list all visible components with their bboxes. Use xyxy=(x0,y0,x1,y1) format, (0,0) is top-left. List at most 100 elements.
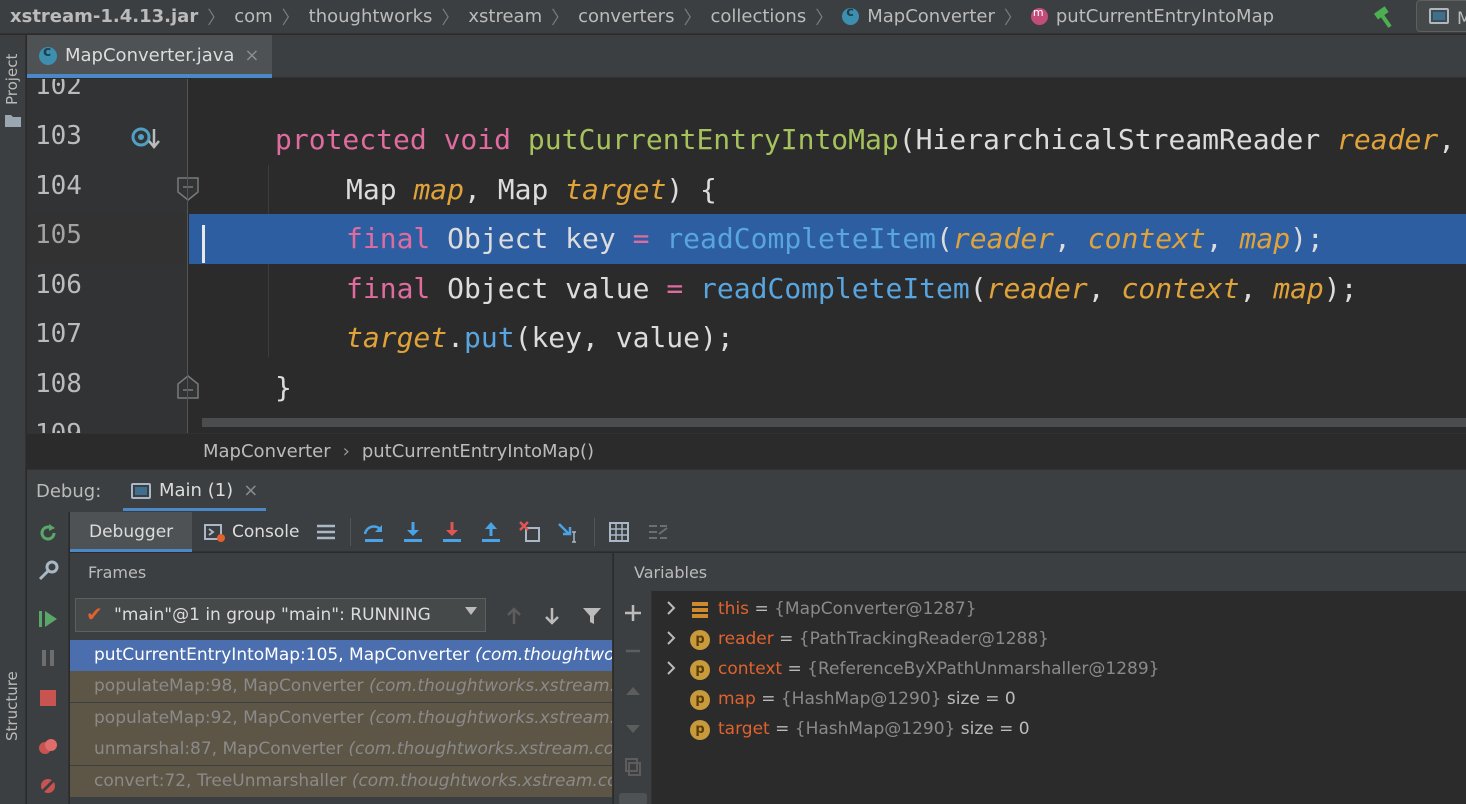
show-execution-point-icon[interactable] xyxy=(314,520,338,544)
frame-row[interactable]: unmarshal:87, MapConverter (com.thoughtw… xyxy=(70,734,612,765)
evaluate-expression-icon[interactable] xyxy=(607,520,631,544)
toolbar-separator xyxy=(594,518,595,546)
breadcrumb-collections[interactable]: collections xyxy=(710,6,806,27)
build-hammer-icon[interactable] xyxy=(1372,4,1398,30)
frame-row[interactable]: populateMap:92, MapConverter (com.though… xyxy=(70,703,612,734)
run-config-icon xyxy=(1429,8,1449,24)
add-watch-icon[interactable] xyxy=(623,603,643,623)
variables-title-bar: Variables xyxy=(614,553,1466,591)
frame-row[interactable]: populateMap:98, MapConverter (com.though… xyxy=(70,671,612,702)
breadcrumb-jar[interactable]: xstream-1.4.13.jar xyxy=(10,6,198,27)
breadcrumb-thoughtworks[interactable]: thoughtworks xyxy=(309,6,433,27)
console-label: Console xyxy=(232,522,300,542)
variable-value: {PathTrackingReader@1288} xyxy=(798,629,1049,649)
gutter-line: 104 xyxy=(35,171,82,201)
debug-tool-window-header: Debug: Main (1) × xyxy=(27,469,1466,512)
tab-console[interactable]: Console xyxy=(204,512,300,552)
chevron-down-icon xyxy=(465,607,477,615)
move-up-icon[interactable] xyxy=(623,681,643,701)
code-line-106[interactable]: final Object value = readCompleteItem(re… xyxy=(189,264,1466,314)
step-out-icon[interactable] xyxy=(479,520,503,544)
method-icon xyxy=(1030,6,1048,25)
code-line-105-execution-point[interactable]: final Object key = readCompleteItem(read… xyxy=(189,214,1466,264)
next-frame-icon[interactable] xyxy=(541,605,563,627)
variable-value: {HashMap@1290} xyxy=(780,689,942,709)
trace-current-stream-icon[interactable] xyxy=(646,520,670,544)
code-line-107[interactable]: target.put(key, value); xyxy=(189,313,1466,363)
expand-arrow-icon[interactable] xyxy=(664,601,678,615)
gutter-line: 106 xyxy=(35,270,82,300)
step-into-icon[interactable] xyxy=(401,520,425,544)
scroll-thumb[interactable] xyxy=(619,793,647,804)
overrides-method-icon[interactable] xyxy=(131,123,163,153)
variables-toolbar xyxy=(614,591,652,804)
move-down-icon[interactable] xyxy=(623,719,643,739)
editor-breadcrumb-class[interactable]: MapConverter xyxy=(203,441,331,462)
debugger-toolbar: Debugger Console xyxy=(70,512,1466,552)
close-session-icon[interactable]: × xyxy=(243,480,258,508)
text-caret xyxy=(202,225,205,263)
editor-tab-mapconverter[interactable]: MapConverter.java × xyxy=(27,35,272,78)
variable-value: {ReferenceByXPathUnmarshaller@1289} xyxy=(807,659,1160,679)
gutter-line: 102 xyxy=(35,79,82,101)
pause-program-icon[interactable] xyxy=(37,647,59,669)
session-name: Main (1) xyxy=(159,480,234,501)
resume-program-icon[interactable] xyxy=(37,608,59,630)
filter-frames-icon[interactable] xyxy=(581,605,603,627)
thread-selector-dropdown[interactable]: ✔ "main"@1 in group "main": RUNNING xyxy=(75,598,486,632)
frame-row[interactable]: convert:72, TreeUnmarshaller (com.though… xyxy=(70,766,612,797)
close-tab-icon[interactable]: × xyxy=(244,45,259,66)
settings-wrench-icon[interactable] xyxy=(37,560,59,582)
expand-arrow-icon[interactable] xyxy=(664,631,678,645)
breadcrumb-com[interactable]: com xyxy=(234,6,272,27)
gutter-line: 109 xyxy=(27,413,187,433)
drop-frame-icon[interactable] xyxy=(518,520,542,544)
breadcrumb-class[interactable]: MapConverter xyxy=(867,6,995,27)
left-tool-strip: Project Structure xyxy=(0,35,26,804)
mute-breakpoints-icon[interactable] xyxy=(37,775,59,797)
variable-name: reader xyxy=(718,629,774,649)
folder-icon xyxy=(5,115,21,127)
step-over-icon[interactable] xyxy=(362,520,386,544)
remove-watch-icon[interactable] xyxy=(623,641,643,661)
frame-row[interactable]: putCurrentEntryIntoMap:105, MapConverter… xyxy=(70,640,612,671)
run-to-cursor-icon[interactable] xyxy=(557,520,581,544)
breadcrumb-separator: 〉 xyxy=(815,7,834,29)
debug-session-tab[interactable]: Main (1) × xyxy=(123,470,267,511)
code-line-104[interactable]: Map map, Map target) { xyxy=(189,165,1466,215)
gutter-line-current: 105 xyxy=(27,214,187,264)
debug-action-bar xyxy=(27,512,69,804)
code-editor[interactable]: 102 103 104 105 106 107 108 109 protecte… xyxy=(27,79,1466,433)
gutter-line: 103 xyxy=(35,121,82,151)
parameter-icon: p xyxy=(690,690,710,710)
variable-value: {MapConverter@1287} xyxy=(774,599,977,619)
code-line-103[interactable]: protected void putCurrentEntryIntoMap(Hi… xyxy=(189,115,1466,165)
variable-name: map xyxy=(718,689,756,709)
breadcrumb-xstream[interactable]: xstream xyxy=(468,6,542,27)
variable-name: context xyxy=(718,659,783,679)
editor-gutter: 102 103 104 105 106 107 108 109 xyxy=(27,79,199,433)
java-class-icon xyxy=(39,44,57,65)
horizontal-scrollbar[interactable] xyxy=(202,418,1466,427)
frames-panel: Frames ✔ "main"@1 in group "main": RUNNI… xyxy=(70,553,613,804)
chevron-right-icon: › xyxy=(342,441,350,462)
breadcrumb-separator: 〉 xyxy=(207,7,226,29)
project-tool-window-button[interactable]: Project xyxy=(3,54,21,105)
previous-frame-icon[interactable] xyxy=(503,605,525,627)
stack-icon xyxy=(692,602,708,618)
duplicate-watch-icon[interactable] xyxy=(623,757,643,777)
stop-icon[interactable] xyxy=(37,687,59,709)
breadcrumb-method[interactable]: putCurrentEntryIntoMap xyxy=(1056,6,1274,27)
breadcrumb-converters[interactable]: converters xyxy=(578,6,674,27)
run-configuration-selector[interactable]: M xyxy=(1416,0,1466,32)
tab-debugger[interactable]: Debugger xyxy=(70,512,193,552)
structure-tool-window-button[interactable]: Structure xyxy=(3,671,21,741)
expand-arrow-icon[interactable] xyxy=(664,661,678,675)
rerun-icon[interactable] xyxy=(37,522,59,544)
editor-breadcrumb-method[interactable]: putCurrentEntryIntoMap() xyxy=(362,441,594,462)
view-breakpoints-icon[interactable] xyxy=(37,736,59,758)
navigation-bar: xstream-1.4.13.jar 〉 com 〉 thoughtworks … xyxy=(0,0,1466,34)
breadcrumb-separator: 〉 xyxy=(683,7,702,29)
force-step-into-icon[interactable] xyxy=(440,520,464,544)
code-line-108[interactable]: } xyxy=(189,363,1466,413)
